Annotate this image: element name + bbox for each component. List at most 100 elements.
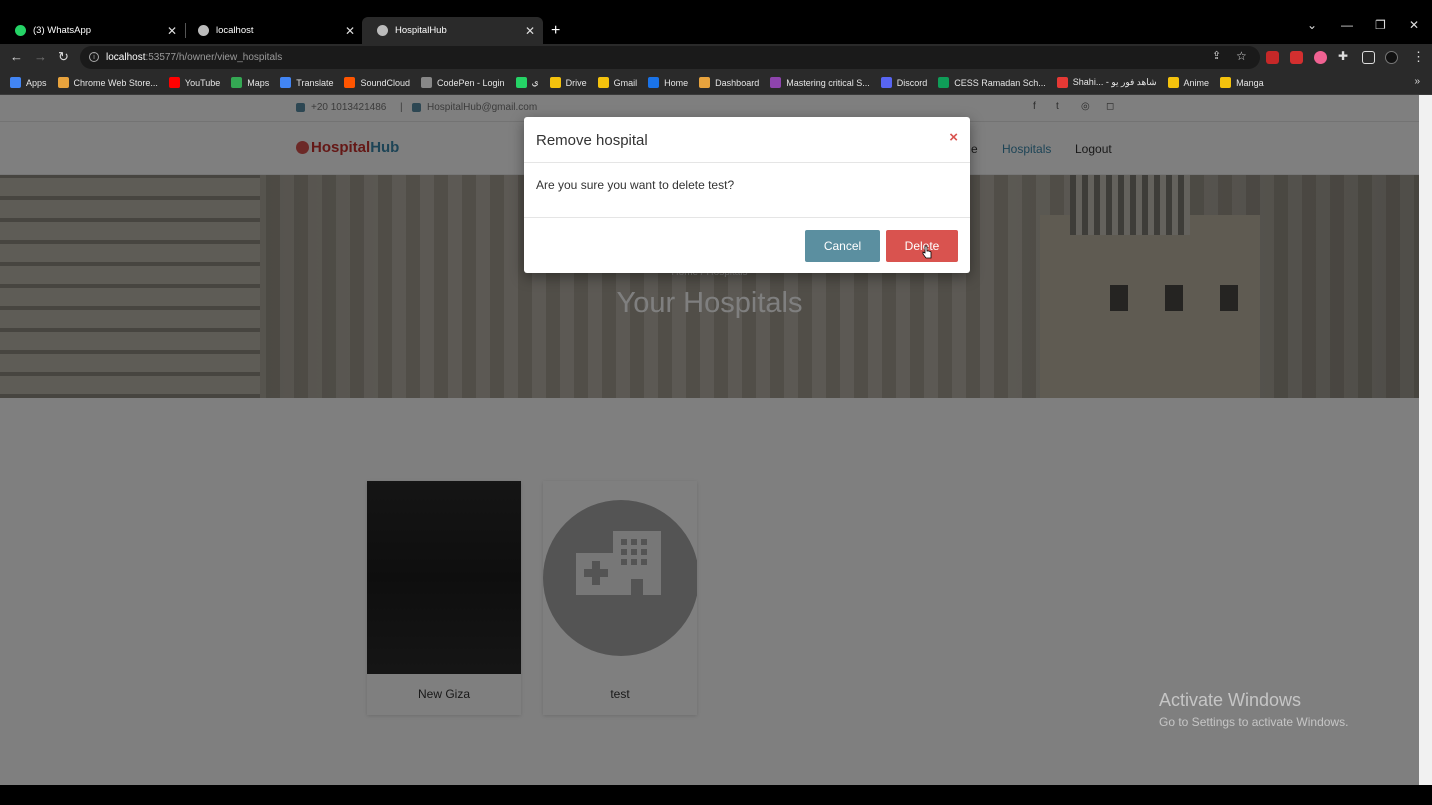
tab-title: HospitalHub [395,25,447,36]
browser-toolbar: ← → ↻ i localhost:53577/h/owner/view_hos… [0,44,1432,71]
menu-kebab-icon[interactable]: ⋮ [1412,49,1425,65]
side-panel-icon[interactable] [1362,51,1375,64]
restore-icon[interactable]: ❐ [1375,18,1386,32]
bookmark-label: YouTube [184,77,221,88]
bookmark-star-icon[interactable]: ☆ [1236,49,1247,63]
back-icon[interactable]: ← [10,49,23,64]
bookmark-label: Mastering critical S... [786,77,870,88]
extension-pink-icon[interactable] [1314,51,1327,64]
bookmark-label: Home [664,77,689,88]
bookmark-item[interactable]: Anime [1167,77,1209,88]
bookmark-icon [231,77,243,88]
bookmark-icon [280,77,292,88]
bookmark-item[interactable]: Shahi... - شاهد فور يو [1056,77,1157,88]
bookmark-item[interactable]: Mastering critical S... [770,77,870,88]
tab-title: localhost [216,25,254,36]
hand-cursor-icon [922,245,932,259]
taskbar-strip [0,785,1432,805]
tab-strip: (3) WhatsApp ✕ localhost ✕ HospitalHub ✕… [0,0,1432,44]
bookmark-icon [938,77,950,88]
bookmark-icon [168,77,180,88]
modal-header: Remove hospital × [524,117,970,163]
bookmark-label: Chrome Web Store... [73,77,158,88]
bookmark-item[interactable]: Home [648,77,688,88]
bookmark-item[interactable]: Maps [231,77,269,88]
bookmark-icon [344,77,356,88]
bookmark-label: Maps [247,77,270,88]
puzzle-icon[interactable]: ✚ [1338,49,1348,63]
bookmark-icon [421,77,433,88]
modal-body: Are you sure you want to delete test? [524,163,970,218]
profile-avatar[interactable] [1385,51,1398,64]
remove-hospital-modal: Remove hospital × Are you sure you want … [524,117,970,273]
globe-icon [377,25,388,36]
bookmark-label: CodePen - Login [437,77,505,88]
bookmark-icon [57,77,69,88]
windows-activation-title: Activate Windows [1159,690,1302,710]
cancel-button[interactable]: Cancel [805,230,880,262]
bookmark-item[interactable]: ي [515,77,539,88]
bookmark-label: ي [531,77,539,87]
bookmark-item[interactable]: YouTube [168,77,221,88]
new-tab-icon[interactable]: + [551,22,560,40]
windows-activation-subtitle: Go to Settings to activate Windows. [1159,715,1349,729]
bookmark-label: Manga [1236,77,1264,88]
bookmark-item[interactable]: Chrome Web Store... [57,77,158,88]
share-icon[interactable]: ⇪ [1212,49,1221,62]
bookmark-icon [770,77,782,88]
close-icon[interactable]: × [949,129,958,146]
bookmark-item[interactable]: Drive [549,77,587,88]
page-viewport: +20 1013421486 | HospitalHub@gmail.com f… [0,95,1419,785]
tab-whatsapp[interactable]: (3) WhatsApp ✕ [0,17,185,44]
bookmark-label: Discord [896,77,928,88]
bookmark-icon [1220,77,1232,88]
bookmark-item[interactable]: Gmail [597,77,638,88]
close-icon[interactable]: ✕ [345,24,355,38]
browser-window: (3) WhatsApp ✕ localhost ✕ HospitalHub ✕… [0,0,1432,805]
window-close-icon[interactable]: ✕ [1409,18,1419,32]
bookmarks-bar: Apps Chrome Web Store... YouTube Maps Transl… [0,71,1432,95]
bookmark-item[interactable]: Translate [280,77,333,88]
bookmark-item[interactable]: SoundCloud [344,77,410,88]
more-bookmarks-icon[interactable]: » [1414,76,1420,87]
adblock-icon[interactable] [1266,51,1279,64]
close-icon[interactable]: ✕ [167,24,177,38]
bookmark-item[interactable]: CodePen - Login [421,77,505,88]
bookmark-item[interactable]: Discord [880,77,928,88]
address-bar[interactable]: i localhost:53577/h/owner/view_hospitals [80,46,1260,69]
tab-hospitalhub[interactable]: HospitalHub ✕ [362,17,543,44]
bookmark-icon [549,77,561,88]
tab-title: (3) WhatsApp [33,25,92,36]
bookmark-label: CESS Ramadan Sch... [954,77,1046,88]
bookmark-label: Apps [26,77,47,88]
whatsapp-icon [15,25,26,36]
url-path: :53577/h/owner/view_hospitals [145,52,283,63]
bookmark-icon [597,77,609,88]
info-icon[interactable]: i [89,52,99,62]
bookmark-label: Gmail [613,77,638,88]
url-host: localhost [106,52,146,63]
bookmark-label: Drive [565,77,587,88]
tab-localhost[interactable]: localhost ✕ [183,17,363,44]
bookmark-icon [880,77,892,88]
bookmark-icon [515,77,527,88]
forward-icon[interactable]: → [34,49,47,64]
bookmark-icon [699,77,711,88]
minimize-icon[interactable]: — [1341,18,1353,32]
bookmark-label: Translate [296,77,334,88]
bookmark-label: SoundCloud [360,77,411,88]
reload-icon[interactable]: ↻ [58,49,69,65]
modal-title: Remove hospital [536,132,648,149]
tab-search-icon[interactable]: ⌄ [1307,18,1317,32]
bookmark-icon [1167,77,1179,88]
bookmark-label: Dashboard [715,77,760,88]
close-icon[interactable]: ✕ [525,24,535,38]
page-scrollbar[interactable] [1419,95,1432,785]
bookmark-item[interactable]: Dashboard [699,77,759,88]
bookmark-icon [10,77,21,88]
bookmark-item[interactable]: Manga [1220,77,1264,88]
bookmark-item[interactable]: Apps [10,77,47,88]
bookmark-item[interactable]: CESS Ramadan Sch... [938,77,1046,88]
bookmark-icon [1056,77,1068,88]
extension-red-icon[interactable] [1290,51,1303,64]
